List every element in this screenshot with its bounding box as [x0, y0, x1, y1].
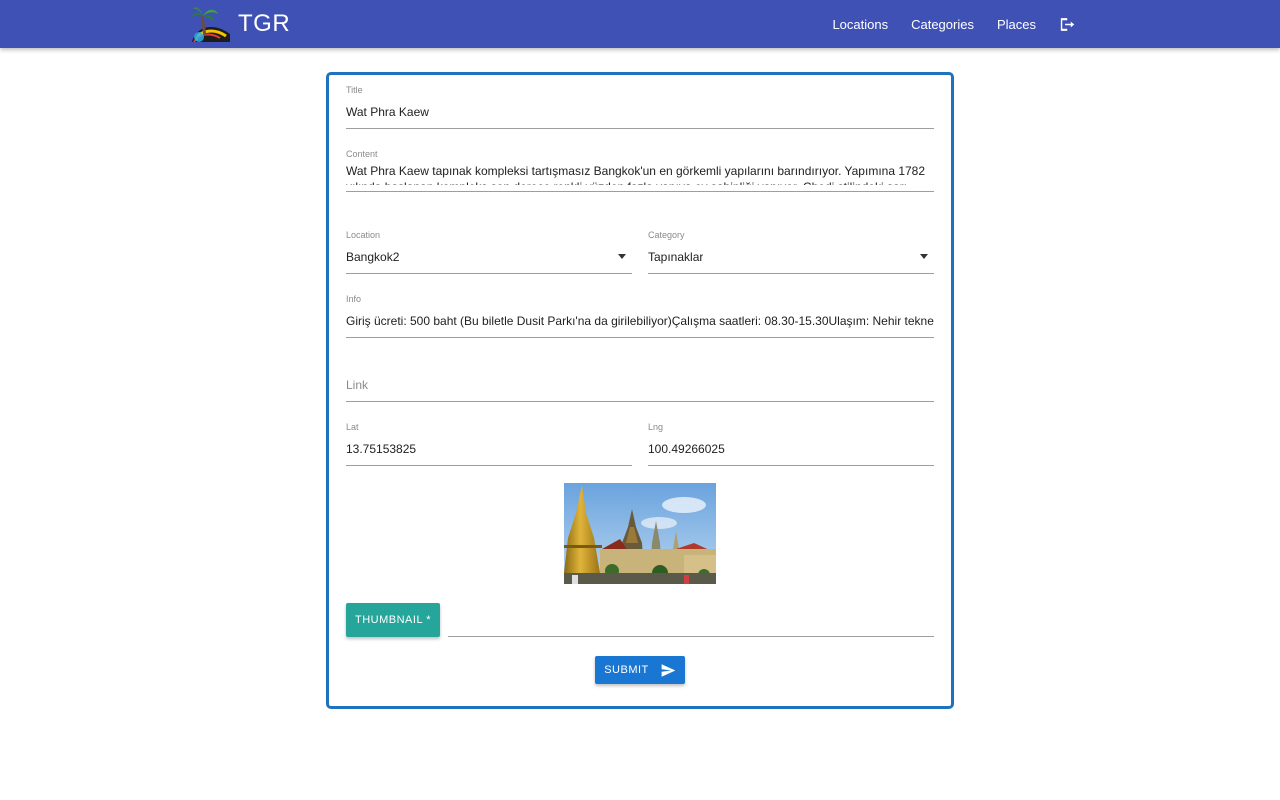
nav-link-places[interactable]: Places — [997, 17, 1036, 32]
info-input[interactable]: Giriş ücreti: 500 baht (Bu biletle Dusit… — [346, 314, 934, 328]
lng-input[interactable]: 100.49266025 — [648, 442, 725, 456]
lat-field[interactable]: Lat 13.75153825 — [346, 422, 632, 466]
location-label: Location — [346, 230, 381, 240]
title-label: Title — [346, 85, 363, 95]
submit-button[interactable]: SUBMIT — [595, 656, 685, 684]
info-label: Info — [346, 294, 362, 304]
link-placeholder: Link — [346, 378, 369, 392]
lng-field[interactable]: Lng 100.49266025 — [648, 422, 934, 466]
send-icon — [661, 663, 676, 677]
navbar: TGR Locations Categories Places — [0, 0, 1280, 48]
nav-link-categories[interactable]: Categories — [911, 17, 974, 32]
content-field[interactable]: Content Wat Phra Kaew tapınak kompleksi … — [346, 149, 934, 192]
nav-links: Locations Categories Places — [809, 0, 1076, 48]
palm-tree-logo-icon — [191, 7, 230, 43]
title-field[interactable]: Title Wat Phra Kaew — [346, 85, 934, 129]
logout-icon[interactable] — [1058, 15, 1076, 33]
brand-name: TGR — [238, 10, 291, 37]
category-selected-value: Tapınaklar — [648, 250, 704, 264]
lat-label: Lat — [346, 422, 359, 432]
thumbnail-preview-image — [564, 483, 716, 584]
category-select[interactable]: Category Tapınaklar — [648, 230, 934, 274]
content-textarea[interactable]: Wat Phra Kaew tapınak kompleksi tartışma… — [346, 163, 934, 185]
lng-label: Lng — [648, 422, 664, 432]
category-label: Category — [648, 230, 685, 240]
submit-button-label: SUBMIT — [604, 664, 649, 676]
thumbnail-upload-button[interactable]: THUMBNAIL * — [346, 603, 440, 637]
thumbnail-file-path-input[interactable] — [448, 603, 934, 637]
info-field[interactable]: Info Giriş ücreti: 500 baht (Bu biletle … — [346, 294, 934, 338]
location-selected-value: Bangkok2 — [346, 250, 400, 264]
title-input[interactable]: Wat Phra Kaew — [346, 105, 934, 119]
brand-logo-link[interactable]: TGR — [190, 4, 290, 44]
category-dropdown-arrow-icon[interactable] — [920, 254, 928, 259]
link-field[interactable]: Link — [346, 358, 934, 402]
lat-input[interactable]: 13.75153825 — [346, 442, 416, 456]
nav-link-locations[interactable]: Locations — [832, 17, 888, 32]
content-label: Content — [346, 149, 378, 159]
location-dropdown-arrow-icon[interactable] — [618, 254, 626, 259]
location-select[interactable]: Location Bangkok2 — [346, 230, 632, 274]
